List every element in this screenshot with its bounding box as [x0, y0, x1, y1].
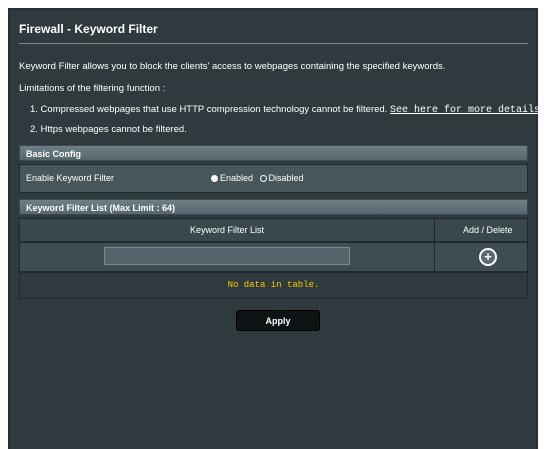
enable-keyword-filter-row: Enable Keyword Filter Enabled Disabled — [19, 164, 528, 193]
keyword-input-row: + — [19, 242, 528, 272]
radio-unselected-icon — [259, 175, 267, 182]
keyword-table-header: Keyword Filter List Add / Delete — [19, 218, 528, 242]
description-text: Keyword Filter allows you to block the c… — [19, 61, 446, 72]
enable-keyword-filter-label: Enable Keyword Filter — [26, 173, 115, 183]
title-divider — [19, 43, 528, 44]
enable-radio-group: Enabled Disabled — [211, 173, 308, 183]
keyword-list-header: Keyword Filter List (Max Limit : 64) — [19, 199, 528, 215]
basic-config-header: Basic Config — [19, 145, 528, 161]
radio-disabled-label: Disabled — [268, 173, 304, 183]
limitation-1-text: 1. Compressed webpages that use HTTP com… — [30, 104, 388, 115]
radio-enabled-label: Enabled — [220, 173, 254, 183]
keyword-input[interactable] — [104, 247, 350, 265]
content-layer: Keyword Filter allows you to block the c… — [10, 10, 544, 449]
limitations-title: Limitations of the filtering function : — [19, 83, 166, 94]
empty-table-row: No data in table. — [19, 272, 528, 299]
radio-enabled[interactable]: Enabled — [211, 173, 253, 183]
add-keyword-button[interactable]: + — [479, 248, 497, 266]
limitation-1: 1. Compressed webpages that use HTTP com… — [30, 104, 544, 116]
empty-table-message: No data in table. — [227, 280, 320, 290]
column-divider — [434, 219, 435, 241]
plus-circle-icon: + — [484, 249, 492, 264]
apply-button[interactable]: Apply — [236, 310, 320, 331]
col-keyword-header: Keyword Filter List — [190, 225, 265, 235]
radio-selected-icon — [211, 175, 218, 182]
details-link[interactable]: See here for more details. — [390, 105, 544, 116]
radio-disabled[interactable]: Disabled — [259, 173, 304, 183]
col-action-header: Add / Delete — [463, 225, 513, 235]
limitation-2: 2. Https webpages cannot be filtered. — [30, 124, 187, 135]
column-divider — [434, 243, 435, 271]
